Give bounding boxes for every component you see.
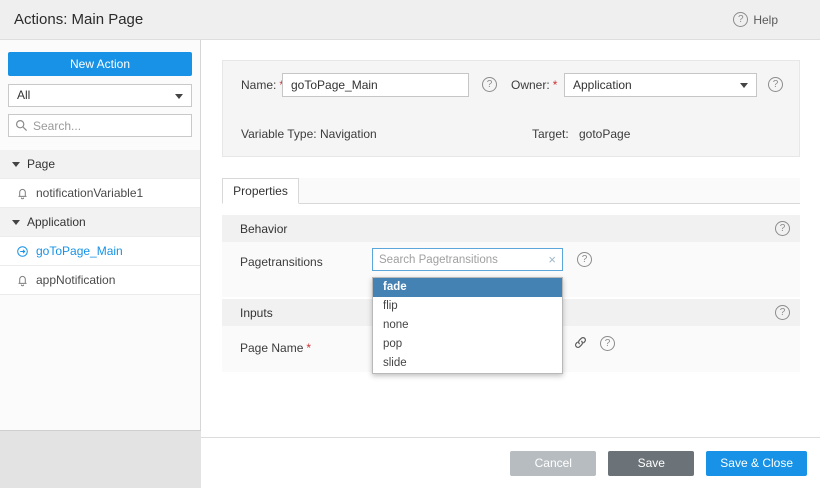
owner-label: Owner:* [511, 78, 557, 92]
tree-item-label: appNotification [36, 273, 115, 287]
sidebar-search [8, 114, 192, 137]
behavior-section-title: Behavior [240, 222, 287, 236]
dropdown-option-fade[interactable]: fade [373, 278, 562, 297]
pagetransitions-dropdown: fade flip none pop slide [372, 277, 563, 374]
behavior-section-header: Behavior ? [222, 215, 800, 242]
owner-help-icon[interactable]: ? [768, 77, 783, 92]
page-name-help-icon[interactable]: ? [600, 336, 615, 351]
dropdown-option-flip[interactable]: flip [373, 297, 562, 316]
help-button[interactable]: ? Help [733, 12, 778, 27]
pagetransitions-label: Pagetransitions [240, 255, 323, 269]
inputs-help-icon[interactable]: ? [775, 305, 790, 320]
target-label: Target: [532, 127, 569, 141]
new-action-button[interactable]: New Action [8, 52, 192, 76]
tree-item-app-notification[interactable]: appNotification [0, 266, 200, 295]
variable-tree: Page notificationVariable1 Application g… [0, 150, 200, 295]
required-mark: * [553, 78, 558, 92]
sidebar-bottom-panel [0, 430, 201, 488]
pagetransitions-combobox: × [372, 248, 563, 271]
page-name-label: Page Name* [240, 341, 311, 355]
collapse-arrow-icon [12, 162, 20, 167]
search-icon [15, 119, 28, 132]
page-title: Actions: Main Page [14, 11, 143, 28]
tab-strip: Properties [222, 178, 800, 204]
owner-select[interactable]: Application [564, 73, 757, 97]
name-help-icon[interactable]: ? [482, 77, 497, 92]
tree-item-label: notificationVariable1 [36, 186, 143, 200]
help-label: Help [753, 13, 778, 27]
variable-type-value: Navigation [320, 127, 377, 141]
pagetransitions-help-icon[interactable]: ? [577, 252, 592, 267]
target-value: gotoPage [579, 127, 630, 141]
name-input[interactable] [282, 73, 469, 97]
inputs-section-title: Inputs [240, 306, 273, 320]
filter-select-value: All [17, 88, 30, 102]
header: Actions: Main Page ? Help [0, 0, 820, 40]
collapse-arrow-icon [12, 220, 20, 225]
tab-properties[interactable]: Properties [222, 178, 299, 204]
clear-icon[interactable]: × [548, 253, 556, 266]
link-icon[interactable] [573, 335, 588, 350]
tree-group-label: Application [27, 215, 86, 229]
tree-item-gotopage[interactable]: goToPage_Main [0, 237, 200, 266]
main-content: Name:* ? Owner:* Application ? Variable … [201, 40, 820, 437]
pagetransitions-search-input[interactable] [379, 254, 548, 266]
variable-icon [16, 187, 29, 200]
goto-page-icon [16, 245, 29, 258]
help-icon: ? [733, 12, 748, 27]
required-mark: * [306, 341, 311, 355]
owner-select-value: Application [573, 78, 632, 92]
filter-select[interactable]: All [8, 84, 192, 107]
chevron-down-icon [740, 83, 748, 88]
notification-icon [16, 274, 29, 287]
save-button[interactable]: Save [608, 451, 694, 476]
tree-item-label: goToPage_Main [36, 244, 123, 258]
tree-item-notification-variable[interactable]: notificationVariable1 [0, 179, 200, 208]
name-label: Name:* [241, 78, 284, 92]
action-form-panel: Name:* ? Owner:* Application ? Variable … [222, 60, 800, 157]
cancel-button[interactable]: Cancel [510, 451, 596, 476]
tree-group-label: Page [27, 157, 55, 171]
dropdown-option-slide[interactable]: slide [373, 354, 562, 373]
app-root: Actions: Main Page ? Help New Action All… [0, 0, 820, 488]
sidebar: New Action All Page notificationVariable… [0, 40, 201, 430]
footer-bar: Cancel Save Save & Close [201, 437, 820, 488]
tree-group-page[interactable]: Page [0, 150, 200, 179]
chevron-down-icon [175, 94, 183, 99]
search-input[interactable] [33, 119, 185, 133]
tree-group-application[interactable]: Application [0, 208, 200, 237]
save-close-button[interactable]: Save & Close [706, 451, 807, 476]
variable-type-label: Variable Type: [241, 127, 317, 141]
dropdown-option-none[interactable]: none [373, 316, 562, 335]
behavior-help-icon[interactable]: ? [775, 221, 790, 236]
dropdown-option-pop[interactable]: pop [373, 335, 562, 354]
